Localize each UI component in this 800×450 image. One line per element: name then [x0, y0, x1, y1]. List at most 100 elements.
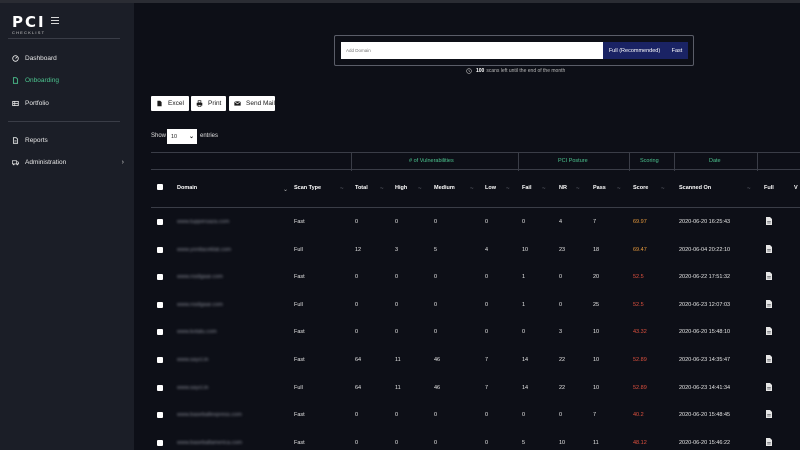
- full-report-icon[interactable]: [766, 244, 772, 253]
- cell-total: 0: [355, 412, 359, 419]
- column-divider: [351, 153, 352, 171]
- print-button[interactable]: Print: [191, 96, 226, 111]
- cell-medium: 46: [434, 357, 441, 363]
- cell-pass: 10: [593, 384, 600, 391]
- column-divider: [757, 153, 758, 171]
- cell-nr: 4: [559, 219, 563, 225]
- row-checkbox[interactable]: [157, 274, 163, 281]
- table-group-header: # of Vulnerabilities PCI Posture Scoring…: [151, 152, 800, 171]
- row-checkbox[interactable]: [157, 412, 163, 419]
- select-all-checkbox[interactable]: [157, 184, 163, 190]
- sidebar-item-label: Onboarding: [25, 76, 59, 84]
- excel-button[interactable]: Excel: [151, 96, 189, 111]
- cell-domain[interactable]: www.baseballamerica.com: [177, 440, 242, 446]
- sort-icon[interactable]: ~: [747, 186, 751, 192]
- row-checkbox[interactable]: [157, 384, 163, 391]
- cell-high: 0: [395, 219, 399, 225]
- pci-logo[interactable]: PCI CHECKLIST: [12, 15, 82, 36]
- full-report-icon[interactable]: [766, 437, 772, 446]
- column-header-medium[interactable]: Medium: [434, 185, 455, 191]
- sort-icon[interactable]: ~: [380, 186, 384, 192]
- sidebar-item-label: Administration: [25, 158, 67, 166]
- full-report-icon[interactable]: [766, 355, 772, 363]
- full-report-icon[interactable]: [766, 217, 772, 225]
- cell-low: 0: [485, 274, 489, 281]
- column-header-full[interactable]: Full: [764, 185, 774, 191]
- column-header-scan-type[interactable]: Scan Type: [294, 185, 321, 191]
- cell-domain[interactable]: www.kotalu.com: [177, 329, 217, 335]
- column-header-total[interactable]: Total: [355, 185, 368, 191]
- row-checkbox[interactable]: [157, 439, 163, 446]
- sort-desc-icon[interactable]: ⌄: [283, 186, 288, 193]
- sort-icon[interactable]: ~: [418, 186, 422, 192]
- cell-scanned-on: 2020-06-22 17:51:32: [679, 274, 731, 281]
- hamburger-menu-icon[interactable]: [51, 17, 59, 24]
- table-row: www.kotalu.com Fast 0 0 0 0 0 3 10 43.32 2020-06-2…: [151, 318, 800, 346]
- cell-domain[interactable]: www.sayci.in: [177, 357, 208, 363]
- cell-medium: 0: [434, 219, 438, 225]
- cell-domain[interactable]: www.sayci.in: [177, 385, 208, 391]
- row-checkbox[interactable]: [157, 219, 163, 225]
- send-mail-button[interactable]: Send Mail: [229, 96, 275, 111]
- cell-pass: 10: [593, 329, 600, 336]
- chevron-right-icon: ›: [121, 158, 124, 166]
- cell-scan-type: Fast: [294, 329, 305, 336]
- cell-domain[interactable]: www.tuppersaza.com: [177, 219, 229, 225]
- sidebar-item-onboarding[interactable]: Onboarding: [12, 74, 130, 86]
- cell-domain[interactable]: www.baseballexpress.com: [177, 412, 242, 418]
- table-header: Domain ⌄ Scan Type ~ Total ~ High ~ Medi…: [151, 170, 800, 208]
- column-divider: [674, 153, 675, 171]
- column-header-scanned-on[interactable]: Scanned On: [679, 185, 711, 191]
- cell-score: 52.5: [633, 274, 644, 281]
- sort-icon[interactable]: ~: [470, 186, 474, 192]
- full-report-icon[interactable]: [766, 410, 772, 419]
- group-date: Date: [709, 158, 721, 164]
- entries-per-page-select[interactable]: 10 ⌄: [167, 129, 197, 144]
- column-header-fail[interactable]: Fail: [522, 185, 531, 191]
- cell-high: 0: [395, 301, 399, 308]
- cell-domain[interactable]: www.yonitaceklat.com: [177, 247, 231, 253]
- row-checkbox[interactable]: [157, 246, 163, 253]
- file-icon: [12, 76, 19, 84]
- chevron-down-icon: ⌄: [188, 134, 194, 140]
- full-scan-button[interactable]: Full (Recommended): [603, 42, 666, 59]
- sort-icon[interactable]: ~: [576, 186, 580, 192]
- add-domain-input[interactable]: [341, 42, 603, 59]
- main-content: Full (Recommended) Fast 100 scans left u…: [134, 3, 800, 450]
- column-header-domain[interactable]: Domain: [177, 185, 197, 191]
- cell-scanned-on: 2020-06-04 20:22:10: [679, 246, 731, 253]
- column-header-high[interactable]: High: [395, 185, 407, 191]
- sort-icon[interactable]: ~: [542, 186, 546, 192]
- column-header-pass[interactable]: Pass: [593, 185, 606, 191]
- column-header-score[interactable]: Score: [633, 185, 648, 191]
- sidebar-item-dashboard[interactable]: Dashboard: [12, 52, 130, 64]
- sort-icon[interactable]: ~: [661, 186, 665, 192]
- cell-domain[interactable]: www.rosilgaar.com: [177, 302, 223, 308]
- full-report-icon[interactable]: [766, 299, 772, 308]
- cell-total: 0: [355, 274, 359, 281]
- cell-domain[interactable]: www.rosilgaar.com: [177, 274, 223, 280]
- fast-scan-button[interactable]: Fast: [666, 42, 688, 59]
- row-checkbox[interactable]: [157, 357, 163, 363]
- sidebar-item-label: Reports: [25, 136, 48, 144]
- sidebar-item-portfolio[interactable]: Portfolio: [12, 97, 130, 109]
- table-row: www.baseballamerica.com Fast 0 0 0 0 5 10 11 48.1…: [151, 429, 800, 450]
- row-checkbox[interactable]: [157, 301, 163, 308]
- cell-low: 0: [485, 219, 489, 225]
- group-vulnerabilities: # of Vulnerabilities: [409, 158, 454, 164]
- full-report-icon[interactable]: [766, 327, 772, 336]
- group-pci-posture: PCI Posture: [558, 158, 588, 164]
- sort-icon[interactable]: ~: [340, 186, 344, 192]
- sort-icon[interactable]: ~: [617, 186, 621, 192]
- column-header-v[interactable]: V: [794, 185, 798, 191]
- cell-nr: 3: [559, 329, 563, 336]
- sidebar-item-reports[interactable]: Reports: [12, 134, 130, 146]
- column-header-nr[interactable]: NR: [559, 185, 567, 191]
- full-report-icon[interactable]: [766, 382, 772, 391]
- row-checkbox[interactable]: [157, 329, 163, 336]
- column-header-low[interactable]: Low: [485, 185, 496, 191]
- full-report-icon[interactable]: [766, 272, 772, 281]
- sort-icon[interactable]: ~: [506, 186, 510, 192]
- cell-total: 64: [355, 384, 362, 391]
- sidebar-item-administration[interactable]: Administration ›: [12, 156, 130, 168]
